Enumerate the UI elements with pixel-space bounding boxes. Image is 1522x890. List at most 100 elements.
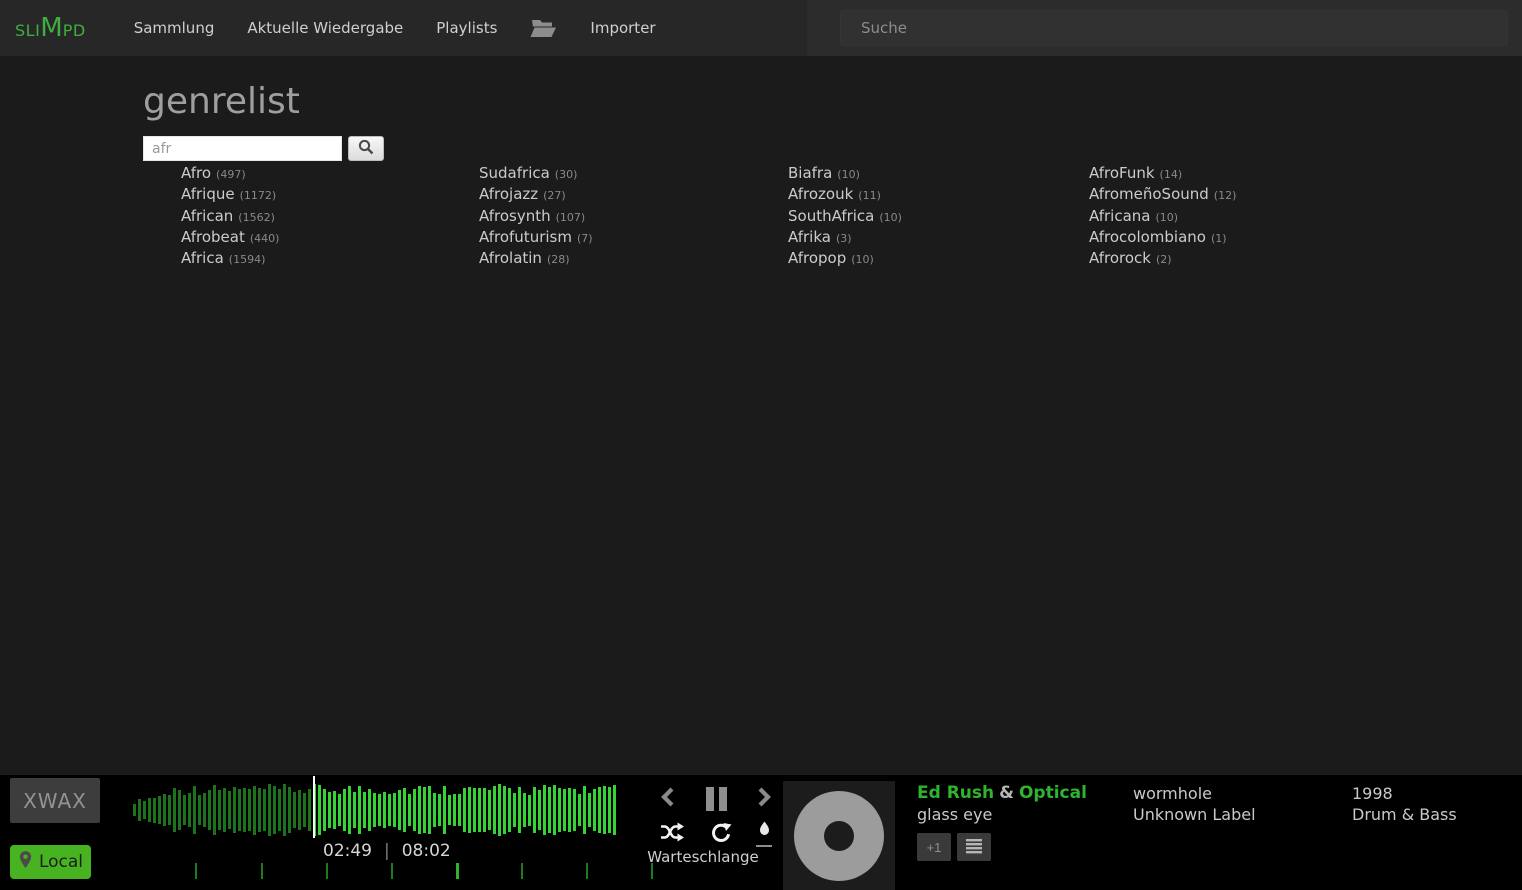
waveform-bar: [453, 794, 456, 826]
consume-mode-button[interactable]: [756, 821, 772, 847]
waveform-bar: [443, 786, 446, 834]
waveform-bar: [573, 788, 576, 832]
ampersand: &: [999, 783, 1014, 803]
waveform-bar: [248, 788, 251, 832]
genre-link[interactable]: Sudafrica (30): [479, 163, 577, 182]
waveform-bar: [358, 786, 361, 834]
waveform-bar: [213, 784, 216, 836]
waveform-bar: [498, 784, 501, 836]
nav-item-importer[interactable]: Importer: [590, 19, 655, 37]
genre-link[interactable]: Afrique (1172): [181, 184, 276, 203]
waveform-bar: [258, 787, 261, 833]
genre-link[interactable]: Afrojazz (27): [479, 184, 566, 203]
genre-list-item: Afrorock (2): [1089, 248, 1236, 269]
waveform-bar: [488, 789, 491, 831]
track-title: glass eye: [917, 805, 993, 824]
waveform-bar: [508, 788, 511, 832]
waveform-bar: [368, 789, 371, 831]
genre-filter-input[interactable]: [143, 136, 342, 161]
consume-underline: [756, 845, 772, 847]
genre-link[interactable]: African (1562): [181, 206, 275, 225]
time-display: 02:49 | 08:02: [323, 841, 451, 861]
waveform-bar: [473, 788, 476, 832]
genre-list-item: Afrocolombiano (1): [1089, 227, 1236, 248]
waveform-bar: [578, 794, 581, 826]
timeline-tick: [456, 863, 459, 879]
waveform-bar: [178, 789, 181, 831]
waveform-bar: [603, 786, 606, 834]
local-button-label: Local: [38, 852, 84, 872]
genre-link[interactable]: Afrozouk (11): [788, 184, 881, 203]
tracklist-button[interactable]: [957, 833, 991, 861]
album-name: wormhole: [1133, 784, 1212, 803]
genre-list-item: AfromeñoSound (12): [1089, 184, 1236, 205]
genre-list-item: Sudafrica (30): [479, 163, 593, 184]
genre-link[interactable]: SouthAfrica (10): [788, 206, 902, 225]
waveform-bar: [173, 787, 176, 833]
global-search-input[interactable]: [840, 10, 1508, 46]
genre-link[interactable]: Afrocolombiano (1): [1089, 227, 1227, 246]
genre-link[interactable]: Afrika (3): [788, 227, 852, 246]
waveform-bar: [543, 785, 546, 835]
waveform-bar: [563, 789, 566, 831]
waveform-bar: [243, 787, 246, 833]
pause-icon: [705, 787, 714, 811]
shuffle-button[interactable]: [660, 822, 685, 846]
waveform-bar: [588, 793, 591, 827]
nav-item-sammlung[interactable]: Sammlung: [134, 19, 215, 37]
folder-open-icon[interactable]: [530, 18, 557, 39]
genre-link[interactable]: Afrolatin (28): [479, 248, 570, 267]
artist-link-a[interactable]: Ed Rush: [917, 783, 994, 803]
plus-one-button[interactable]: +1: [917, 833, 951, 861]
waveform-bar: [378, 793, 381, 827]
waveform-bar: [463, 788, 466, 832]
waveform-bar: [278, 788, 281, 832]
waveform-seek-area[interactable]: [133, 780, 618, 840]
waveform-bar: [338, 794, 341, 826]
waveform-bar: [283, 784, 286, 836]
app-logo[interactable]: SLI M PD: [0, 13, 86, 43]
deck-label-xwax[interactable]: XWAX: [10, 778, 100, 823]
genre-link[interactable]: Africana (10): [1089, 206, 1178, 225]
waveform-bar: [218, 790, 221, 830]
timeline-tick: [261, 863, 263, 879]
waveform-bar: [328, 792, 331, 828]
genre-column-4: AfroFunk (14) AfromeñoSound (12) Africana (10…: [1089, 163, 1236, 269]
genre-link[interactable]: Afropop (10): [788, 248, 874, 267]
genre-link[interactable]: Afro (497): [181, 163, 246, 182]
repeat-button[interactable]: [710, 822, 732, 847]
list-icon: [965, 838, 983, 857]
next-track-button[interactable]: [757, 786, 772, 812]
waveform-bar: [428, 785, 431, 835]
queue-link[interactable]: Warteschlange: [638, 848, 768, 866]
genre-link[interactable]: Afrobeat (440): [181, 227, 279, 246]
waveform-bar: [423, 787, 426, 833]
release-year: 1998: [1352, 784, 1393, 803]
genre-link[interactable]: AfroFunk (14): [1089, 163, 1182, 182]
local-button[interactable]: Local: [10, 845, 91, 879]
page-title: genrelist: [143, 81, 300, 122]
genre-link[interactable]: Afrorock (2): [1089, 248, 1172, 267]
waveform-bar: [293, 791, 296, 829]
genre-link[interactable]: AfromeñoSound (12): [1089, 184, 1236, 203]
nav-item-aktuelle-wiedergabe[interactable]: Aktuelle Wiedergabe: [247, 19, 403, 37]
waveform-bar: [598, 786, 601, 834]
artist-link-b[interactable]: Optical: [1019, 783, 1087, 803]
waveform-bar: [583, 786, 586, 834]
genre-link[interactable]: Afrofuturism (7): [479, 227, 593, 246]
genre-link[interactable]: Afrosynth (107): [479, 206, 585, 225]
previous-track-button[interactable]: [660, 786, 675, 812]
genre-link[interactable]: Africa (1594): [181, 248, 265, 267]
waveform-bar: [223, 787, 226, 833]
map-marker-icon: [18, 850, 33, 874]
timeline-tick: [391, 863, 393, 879]
nav-item-playlists[interactable]: Playlists: [436, 19, 497, 37]
genre-list-item: Afrolatin (28): [479, 248, 593, 269]
pause-button[interactable]: [705, 787, 727, 811]
cover-art[interactable]: [783, 781, 895, 890]
genre-link[interactable]: Biafra (10): [788, 163, 860, 182]
genre-filter-search-button[interactable]: [348, 136, 384, 161]
waveform-bar: [343, 789, 346, 831]
waveform-bar: [193, 785, 196, 835]
repeat-icon: [710, 822, 732, 847]
